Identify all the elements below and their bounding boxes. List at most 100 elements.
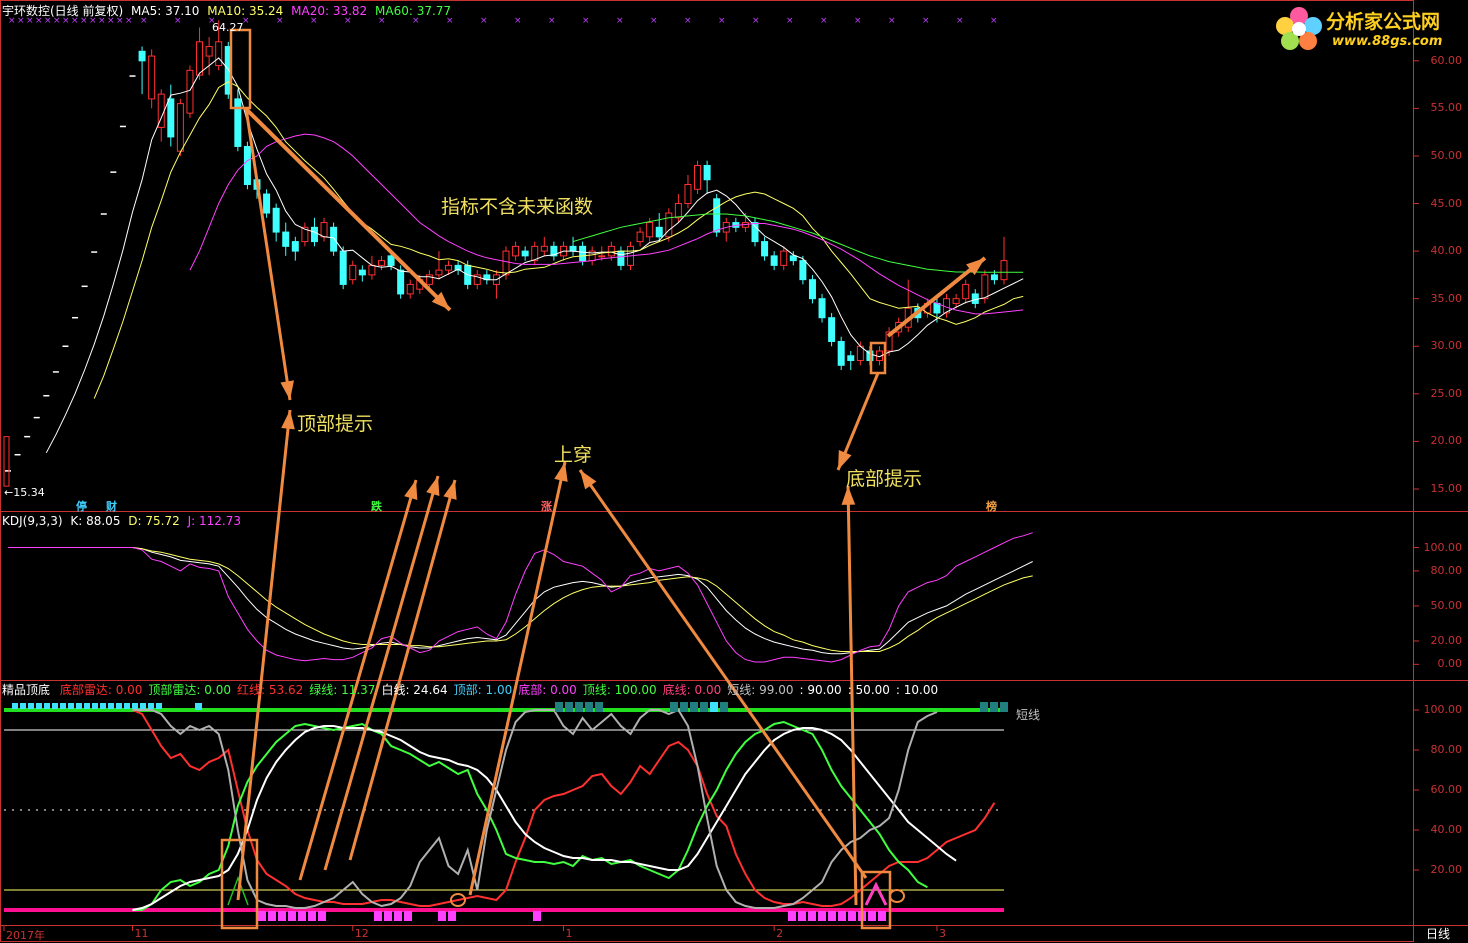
top-block: [575, 702, 583, 712]
candle: [607, 245, 615, 257]
candle: [818, 298, 826, 319]
candle: [665, 212, 673, 238]
indicator-item: : 50.00: [847, 683, 890, 697]
top-block: [680, 702, 688, 712]
bottom-block: [288, 911, 296, 921]
indicator-item: 短线: 99.00: [727, 683, 794, 697]
marker-x: ×: [650, 16, 658, 26]
x-tick-label: 11: [134, 927, 149, 940]
marker-x: ×: [888, 16, 896, 26]
arrow-head: [443, 480, 457, 500]
price-y-tick: 55.00: [1430, 101, 1463, 115]
top-block: [108, 703, 114, 709]
stock-chart: × × × × × × × × × × × × × × × × × × × × × × × × × × × × × × × × × × × × × × × ×: [0, 0, 1468, 942]
ma-line-MA20: [189, 133, 1024, 315]
top-block: [595, 702, 603, 712]
signal-tag: 榜: [986, 500, 997, 513]
indicator-item: 底部雷达: 0.00: [59, 683, 143, 697]
kdj-header: KDJ(9,3,3) K: 88.05 D: 75.72 J: 112.73: [2, 514, 241, 528]
indicator-y-tick: 100.00: [1423, 703, 1463, 716]
candle: [196, 41, 204, 76]
marker-x: ×: [922, 16, 930, 26]
candle: [751, 222, 759, 243]
arrow-head: [280, 380, 294, 400]
annotation-arrow: [578, 469, 868, 879]
candle: [339, 250, 347, 285]
kdj-j: J: 112.73: [187, 514, 241, 528]
candle: [799, 260, 807, 281]
candle: [962, 283, 970, 300]
price-y-tick: 30.00: [1430, 339, 1463, 353]
flower-logo-icon: [1276, 7, 1322, 50]
annotation-arrow: [236, 409, 292, 901]
top-block: [156, 703, 162, 709]
price-y-tick: 25.00: [1430, 386, 1463, 400]
marker-x: ×: [548, 16, 556, 26]
signal-tag: 跌: [371, 500, 382, 513]
top-block: [148, 703, 154, 709]
price-y-tick: 15.00: [1430, 481, 1463, 495]
annotation-no-future: 指标不含未来函数: [441, 196, 594, 218]
candle: [502, 250, 510, 276]
candle: [617, 250, 625, 266]
candle: [272, 207, 280, 233]
bottom-block: [268, 911, 276, 921]
candle: [167, 98, 175, 138]
indicator-item: : 90.00: [799, 683, 842, 697]
bottom-block: [878, 911, 886, 921]
bottom-block: [394, 911, 402, 921]
top-block: [92, 703, 98, 709]
candle: [981, 274, 989, 300]
x-tick-label: 3: [938, 927, 946, 940]
peak-price-label: 64.27: [212, 21, 244, 34]
bottom-block: [533, 911, 541, 921]
short-line-label: 短线: [1016, 708, 1041, 722]
period-label[interactable]: 日线: [1426, 927, 1450, 941]
marker-x: ×: [684, 16, 692, 26]
bottom-block: [298, 911, 306, 921]
candle: [320, 222, 328, 238]
annotation-top-hint: 顶部提示: [297, 413, 374, 435]
candle: [569, 245, 577, 252]
price-y-tick: 35.00: [1430, 291, 1463, 305]
bottom-block: [384, 911, 392, 921]
top-block: [20, 703, 26, 709]
signal-tag: 涨: [541, 500, 552, 513]
indicator-item: 绿线: 11.37: [309, 683, 376, 697]
top-block: [36, 703, 42, 709]
top-block: [116, 703, 122, 709]
logo-name: 分析家公式网: [1326, 11, 1441, 33]
bottom-block: [448, 911, 456, 921]
indicator-y-tick: 40.00: [1430, 823, 1463, 836]
candle: [330, 226, 338, 252]
top-block: [980, 702, 988, 712]
candle: [808, 279, 816, 300]
x-tick-label: 1: [565, 927, 573, 940]
stock-title: 宇环数控(日线 前复权): [2, 4, 124, 18]
x-tick-label: 2: [776, 927, 784, 940]
marker-x: ×: [990, 16, 998, 26]
candle: [990, 274, 998, 281]
kdj-name: KDJ(9,3,3): [2, 514, 63, 528]
indicator-name: 精品顶底: [2, 683, 51, 697]
chart-frame: [0, 0, 1414, 942]
candle: [933, 302, 941, 314]
indicator-y-tick: 80.00: [1430, 743, 1463, 756]
marker-x: ×: [820, 16, 828, 26]
candle: [176, 103, 184, 152]
price-y-tick: 20.00: [1430, 434, 1463, 448]
candle: [445, 264, 453, 271]
bottom-block: [404, 911, 412, 921]
price-y-tick: 50.00: [1430, 148, 1463, 162]
cross-marker: [889, 889, 905, 903]
bottom-block: [808, 911, 816, 921]
annotation-arrow: [323, 475, 440, 871]
x-tick-label: 2017年: [6, 929, 45, 942]
candle: [655, 226, 663, 238]
candle: [291, 241, 299, 252]
candle: [397, 269, 405, 295]
top-block: [700, 702, 708, 712]
kdj-y-tick: 100.00: [1423, 540, 1463, 554]
candle: [358, 269, 366, 276]
top-block: [195, 703, 202, 710]
